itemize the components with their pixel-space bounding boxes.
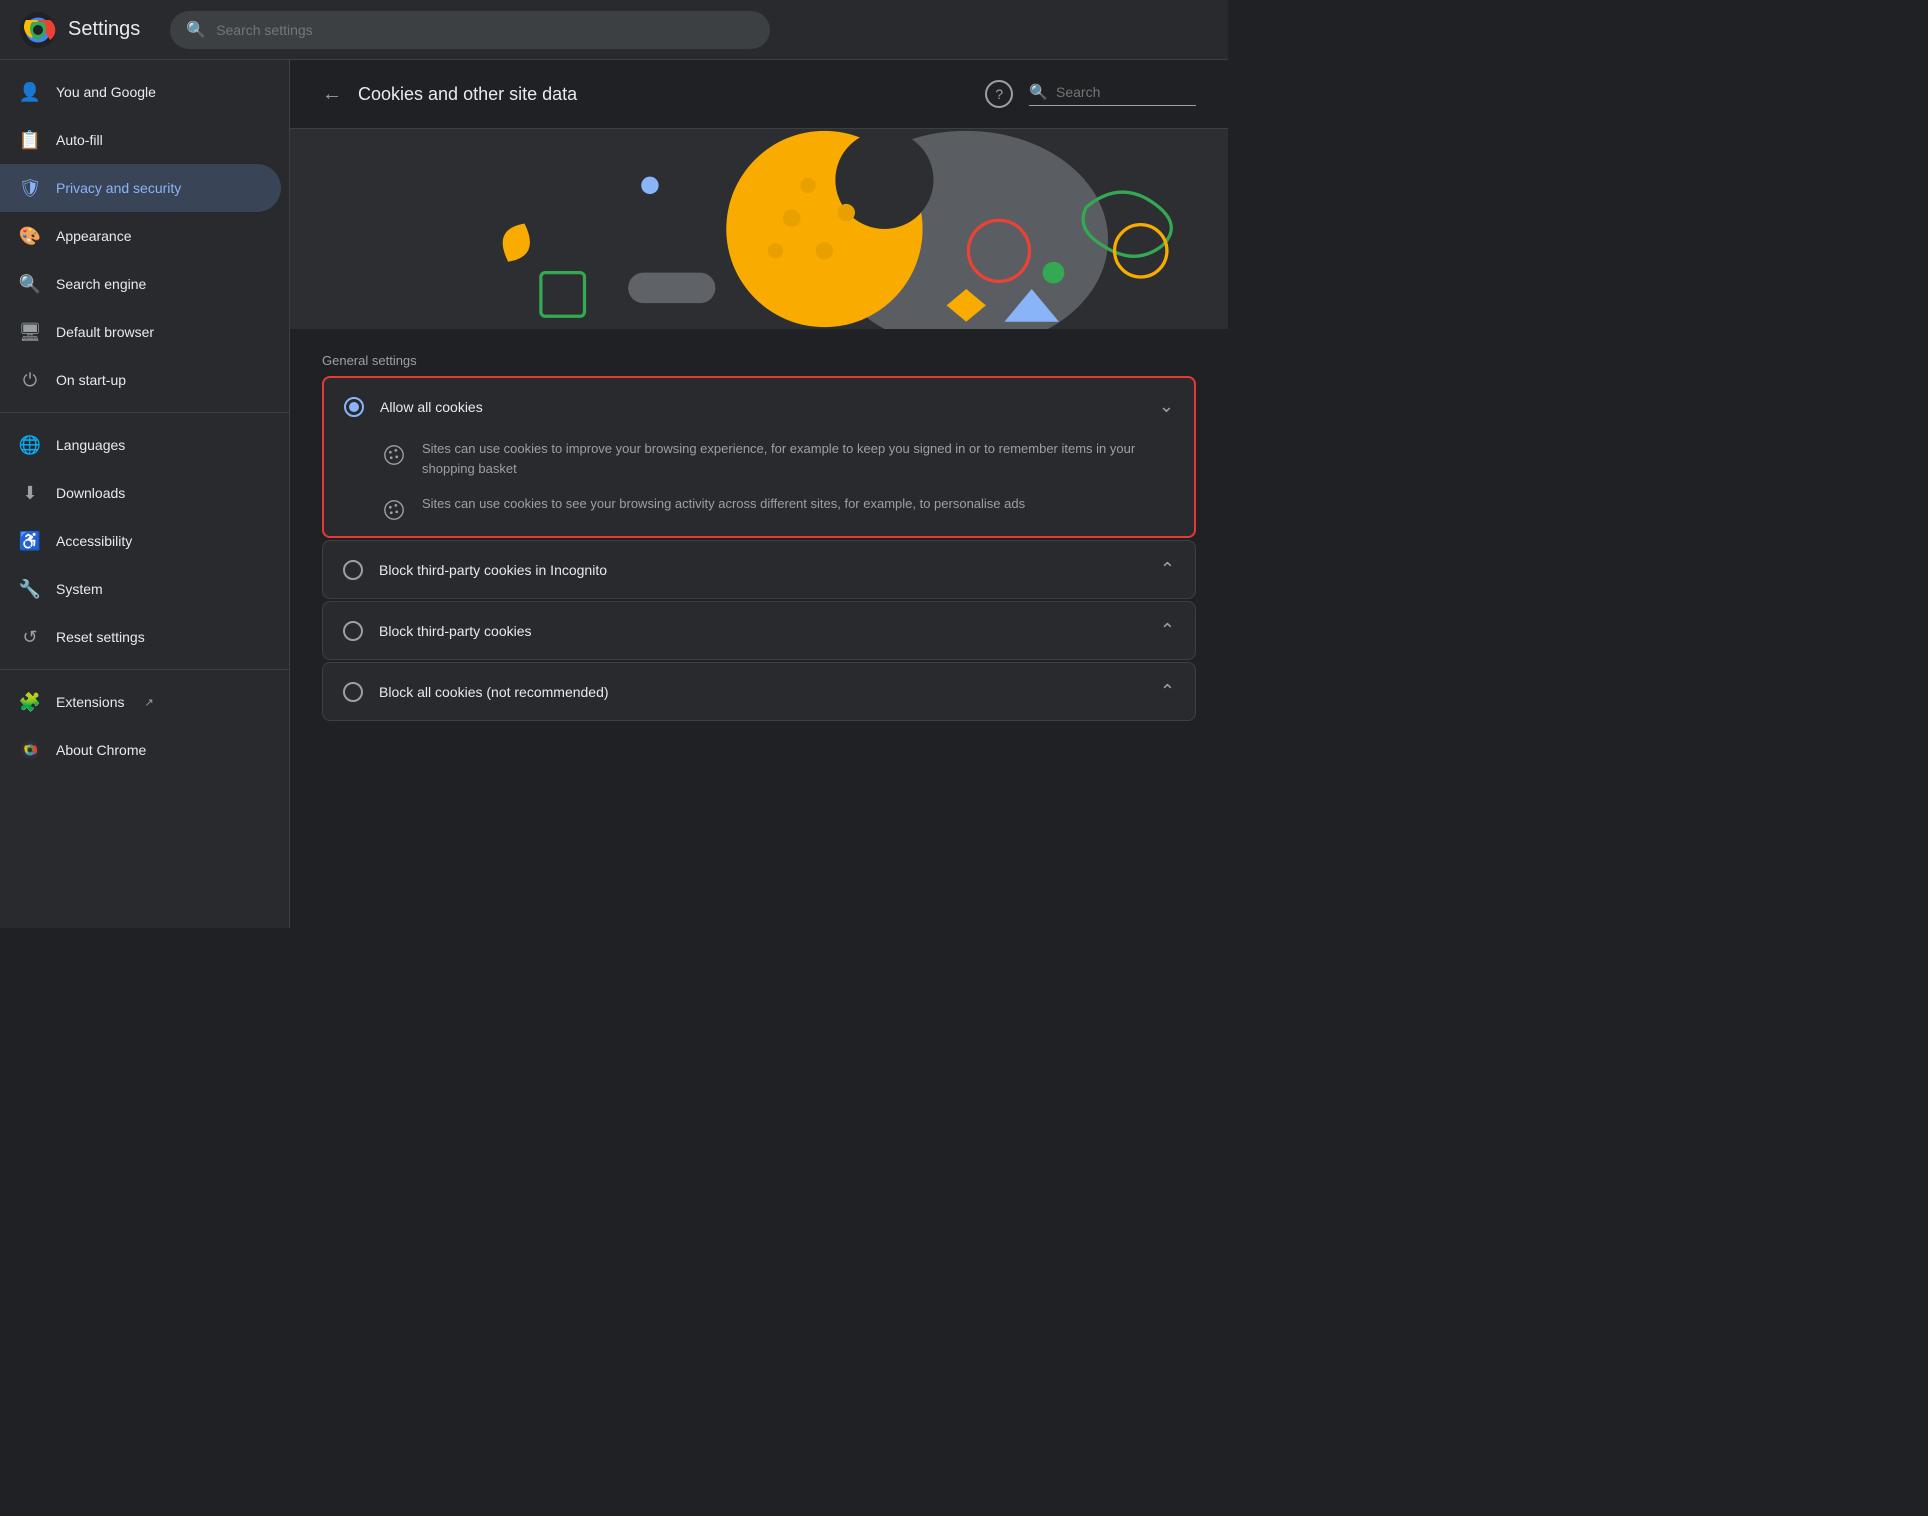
header-actions: ? 🔍 <box>985 80 1196 108</box>
shield-icon: 🛡 <box>20 178 40 198</box>
main-content: ← Cookies and other site data ? 🔍 <box>290 60 1228 928</box>
option-allow-all-cookies-header[interactable]: Allow all cookies ⌄ <box>324 378 1194 435</box>
sub-item-text-2: Sites can use cookies to see your browsi… <box>422 494 1025 514</box>
radio-allow-all[interactable] <box>344 397 364 417</box>
list-icon: 📋 <box>20 130 40 150</box>
radio-block-third-incognito[interactable] <box>343 560 363 580</box>
sidebar-item-reset-settings[interactable]: ↺ Reset settings <box>0 613 281 661</box>
sidebar-item-accessibility[interactable]: ♿ Accessibility <box>0 517 281 565</box>
option-block-all-header[interactable]: Block all cookies (not recommended) ⌃ <box>323 663 1195 720</box>
option-block-all-label: Block all cookies (not recommended) <box>379 684 1144 700</box>
sub-item-2: Sites can use cookies to see your browsi… <box>380 494 1194 524</box>
cookie-icon-1 <box>380 441 408 469</box>
history-icon: ↺ <box>20 627 40 647</box>
hero-svg <box>290 129 1228 329</box>
option-block-third-incognito-header[interactable]: Block third-party cookies in Incognito ⌃ <box>323 541 1195 598</box>
sidebar-label-about-chrome: About Chrome <box>56 742 146 758</box>
chevron-down-icon-3: ⌃ <box>1160 681 1175 702</box>
sidebar-item-downloads[interactable]: ⬇ Downloads <box>0 469 281 517</box>
chrome-logo: Settings <box>20 12 140 48</box>
topbar-search-input[interactable] <box>216 22 754 38</box>
sidebar-item-system[interactable]: 🔧 System <box>0 565 281 613</box>
content-title: Cookies and other site data <box>358 84 969 105</box>
person-icon: 👤 <box>20 82 40 102</box>
topbar-search-icon: 🔍 <box>186 20 206 40</box>
sidebar-item-appearance[interactable]: 🎨 Appearance <box>0 212 281 260</box>
sidebar-label-extensions: Extensions <box>56 694 124 710</box>
download-icon: ⬇ <box>20 483 40 503</box>
option-block-third[interactable]: Block third-party cookies ⌃ <box>322 601 1196 660</box>
sub-item-1: Sites can use cookies to improve your br… <box>380 439 1194 478</box>
sub-item-text-1: Sites can use cookies to improve your br… <box>422 439 1174 478</box>
header-search-input[interactable] <box>1056 84 1196 100</box>
option-block-all[interactable]: Block all cookies (not recommended) ⌃ <box>322 662 1196 721</box>
chevron-down-icon-2: ⌃ <box>1160 620 1175 641</box>
sidebar-divider-1 <box>0 412 289 413</box>
radio-block-third[interactable] <box>343 621 363 641</box>
back-button[interactable]: ← <box>322 83 342 106</box>
sidebar-item-about-chrome[interactable]: About Chrome <box>0 726 281 774</box>
sidebar: 👤 You and Google 📋 Auto-fill 🛡 Privacy a… <box>0 60 290 928</box>
option-block-third-header[interactable]: Block third-party cookies ⌃ <box>323 602 1195 659</box>
sidebar-label-appearance: Appearance <box>56 228 132 244</box>
option-block-third-incognito[interactable]: Block third-party cookies in Incognito ⌃ <box>322 540 1196 599</box>
sidebar-item-autofill[interactable]: 📋 Auto-fill <box>0 116 281 164</box>
palette-icon: 🎨 <box>20 226 40 246</box>
sidebar-label-accessibility: Accessibility <box>56 533 132 549</box>
sidebar-item-you-and-google[interactable]: 👤 You and Google <box>0 68 281 116</box>
sidebar-item-default-browser[interactable]: 🖥 Default browser <box>0 308 281 356</box>
sidebar-label-privacy-security: Privacy and security <box>56 180 181 196</box>
topbar: Settings 🔍 <box>0 0 1228 60</box>
radio-block-all[interactable] <box>343 682 363 702</box>
power-icon: ⏻ <box>20 370 40 390</box>
search-icon: 🔍 <box>20 274 40 294</box>
section-label: General settings <box>322 353 1196 368</box>
sidebar-item-extensions[interactable]: 🧩 Extensions ↗ <box>0 678 281 726</box>
sidebar-item-languages[interactable]: 🌐 Languages <box>0 421 281 469</box>
sidebar-label-system: System <box>56 581 103 597</box>
sidebar-item-on-startup[interactable]: ⏻ On start-up <box>0 356 281 404</box>
header-search-icon: 🔍 <box>1029 83 1048 101</box>
option-allow-all-label: Allow all cookies <box>380 399 1143 415</box>
wrench-icon: 🔧 <box>20 579 40 599</box>
option-block-third-label: Block third-party cookies <box>379 623 1144 639</box>
option-block-third-incognito-label: Block third-party cookies in Incognito <box>379 562 1144 578</box>
help-icon[interactable]: ? <box>985 80 1013 108</box>
sidebar-label-on-startup: On start-up <box>56 372 126 388</box>
cookies-hero-illustration <box>290 129 1228 329</box>
external-link-icon: ↗ <box>144 696 153 709</box>
sidebar-item-search-engine[interactable]: 🔍 Search engine <box>0 260 281 308</box>
sidebar-divider-2 <box>0 669 289 670</box>
puzzle-icon: 🧩 <box>20 692 40 712</box>
chevron-up-icon: ⌄ <box>1159 396 1174 417</box>
chevron-down-icon-1: ⌃ <box>1160 559 1175 580</box>
browser-icon: 🖥 <box>20 322 40 342</box>
sidebar-item-privacy-security[interactable]: 🛡 Privacy and security <box>0 164 281 212</box>
sidebar-label-reset-settings: Reset settings <box>56 629 145 645</box>
chrome-about-icon <box>20 740 40 760</box>
content-header: ← Cookies and other site data ? 🔍 <box>290 60 1228 129</box>
cookie-icon-2 <box>380 496 408 524</box>
sidebar-label-autofill: Auto-fill <box>56 132 103 148</box>
sidebar-label-default-browser: Default browser <box>56 324 154 340</box>
header-search-box[interactable]: 🔍 <box>1029 83 1196 106</box>
sidebar-label-search-engine: Search engine <box>56 276 146 292</box>
sidebar-label-languages: Languages <box>56 437 125 453</box>
main-layout: 👤 You and Google 📋 Auto-fill 🛡 Privacy a… <box>0 60 1228 928</box>
accessibility-icon: ♿ <box>20 531 40 551</box>
option-allow-all-expanded: Sites can use cookies to improve your br… <box>324 435 1194 536</box>
globe-icon: 🌐 <box>20 435 40 455</box>
chrome-logo-icon <box>20 12 56 48</box>
sidebar-label-downloads: Downloads <box>56 485 125 501</box>
general-settings-section: General settings Allow all cookies ⌄ <box>290 329 1228 721</box>
topbar-search-box[interactable]: 🔍 <box>170 11 770 49</box>
option-allow-all-cookies[interactable]: Allow all cookies ⌄ <box>322 376 1196 538</box>
sidebar-label-you-and-google: You and Google <box>56 84 156 100</box>
app-title: Settings <box>68 18 140 41</box>
